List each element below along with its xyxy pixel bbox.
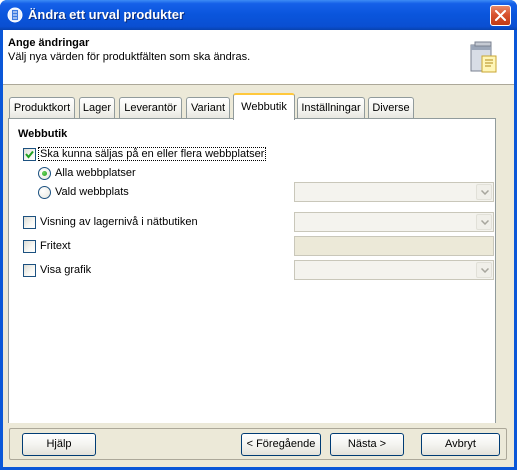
tab-label: Lager [82,102,112,114]
chevron-down-icon [481,190,489,195]
chevron-down-icon [481,220,489,225]
dropdown-arrow[interactable] [476,262,492,278]
all-sites-label[interactable]: Alla webbplatser [55,167,136,179]
freetext-label[interactable]: Fritext [40,240,71,252]
stock-display-label[interactable]: Visning av lagernivå i nätbutiken [40,216,198,228]
cancel-button[interactable]: Avbryt [421,433,500,456]
chevron-down-icon [481,268,489,273]
tab-lager[interactable]: Lager [79,97,115,119]
all-sites-radio[interactable] [38,167,51,180]
freetext-checkbox[interactable] [23,240,36,253]
products-edit-icon [470,41,497,73]
dropdown-arrow[interactable] [476,184,492,200]
tab-label: Webbutik [241,101,287,113]
header-title: Ange ändringar [8,37,90,49]
freetext-input[interactable] [294,236,494,256]
close-button[interactable] [490,5,511,26]
graphics-label[interactable]: Visa grafik [40,264,91,276]
tab-label: Diverse [372,102,410,114]
sellable-checkbox[interactable] [23,148,36,161]
radio-selected-dot [42,171,47,176]
dialog-body: Ange ändringar Välj nya värden för produ… [3,30,514,467]
sellable-label[interactable]: Ska kunna säljas på en eller flera webbp… [38,147,267,161]
stock-display-dropdown[interactable] [294,212,494,232]
button-bar: Hjälp < Föregående Nästa > Avbryt [3,423,514,467]
tab-webbutik[interactable]: Webbutik [233,93,295,120]
selected-site-radio[interactable] [38,186,51,199]
graphics-checkbox[interactable] [23,264,36,277]
dropdown-arrow[interactable] [476,214,492,230]
tab-label: Variant [190,102,226,114]
help-button[interactable]: Hjälp [22,433,96,456]
button-bar-frame: Hjälp < Föregående Nästa > Avbryt [9,428,507,460]
tab-label: Leverantör [124,102,177,114]
tab-label: Produktkort [13,102,71,114]
tab-label: Inställningar [301,102,361,114]
header-subtitle: Välj nya värden för produktfälten som sk… [8,51,251,63]
title-bar[interactable]: Ändra ett urval produkter [0,0,517,30]
next-button[interactable]: Nästa > [330,433,404,456]
tab-leverantor[interactable]: Leverantör [119,97,182,119]
section-title: Webbutik [18,128,68,140]
window-title: Ändra ett urval produkter [28,7,185,22]
wizard-header: Ange ändringar Välj nya värden för produ… [3,30,514,85]
checkmark-icon [25,150,34,159]
previous-button[interactable]: < Föregående [241,433,321,456]
tab-variant[interactable]: Variant [186,97,230,119]
tab-produktkort[interactable]: Produktkort [9,97,75,119]
tab-diverse[interactable]: Diverse [368,97,414,119]
selected-site-dropdown[interactable] [294,182,494,202]
close-icon [495,10,506,21]
app-icon [7,7,23,23]
dialog-window: Ändra ett urval produkter Ange ändringar… [0,0,517,470]
tab-installningar[interactable]: Inställningar [297,97,365,119]
stock-display-checkbox[interactable] [23,216,36,229]
selected-site-label[interactable]: Vald webbplats [55,186,129,198]
graphics-dropdown[interactable] [294,260,494,280]
